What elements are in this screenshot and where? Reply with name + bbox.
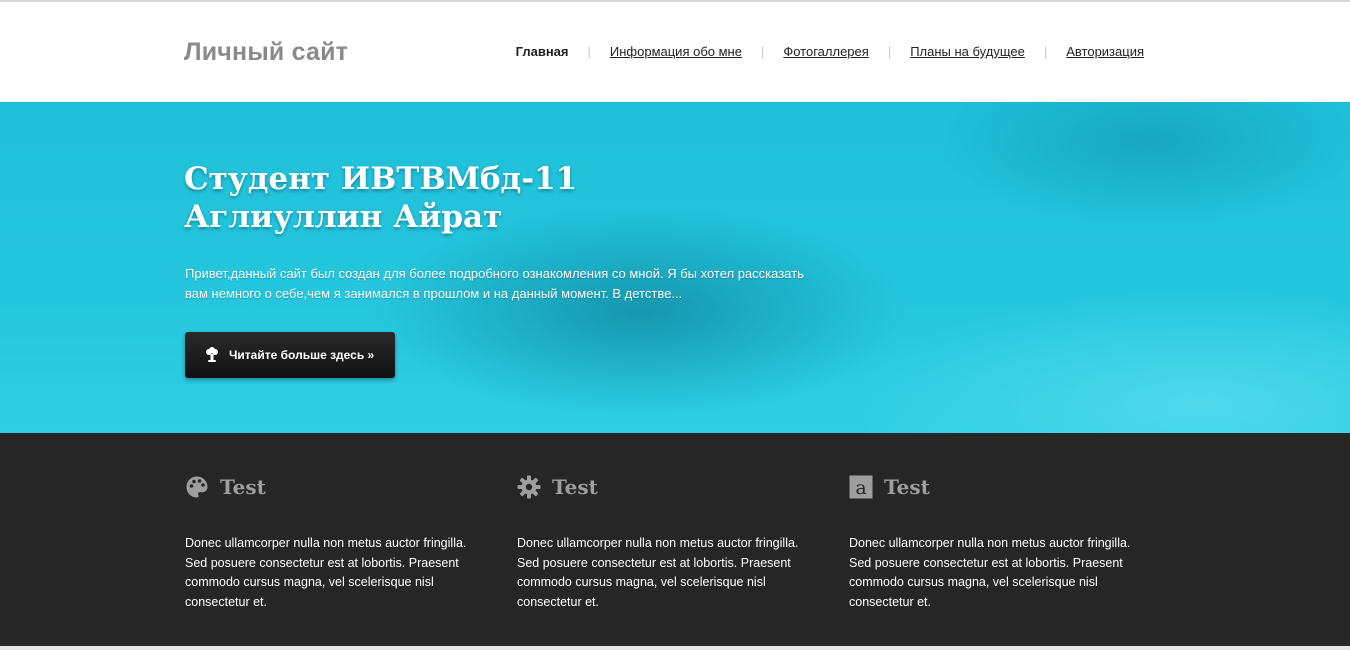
svg-text:a: a xyxy=(855,477,866,499)
letter-a-icon: a xyxy=(849,475,873,499)
feature-text: Donec ullamcorper nulla non metus auctor… xyxy=(185,536,467,609)
hero-banner: Студент ИВТВМбд-11 Аглиуллин Айрат Приве… xyxy=(0,102,1350,433)
feature-header: a Test xyxy=(849,473,1149,501)
nav-item-plans[interactable]: Планы на будущее xyxy=(910,44,1025,59)
feature-column: Test Donec ullamcorper nulla non metus a… xyxy=(185,473,485,612)
feature-header: Test xyxy=(517,473,817,501)
feature-column: Test Donec ullamcorper nulla non metus a… xyxy=(517,473,817,612)
nav-separator: | xyxy=(587,44,591,59)
feature-text: Donec ullamcorper nulla non metus auctor… xyxy=(849,536,1131,609)
nav-item-login[interactable]: Авторизация xyxy=(1066,44,1144,59)
hero-intro-text: Привет,данный сайт был создан для более … xyxy=(185,266,804,301)
gear-icon xyxy=(517,475,541,499)
read-more-label: Читайте больше здесь » xyxy=(229,348,375,362)
nav-item-gallery[interactable]: Фотогаллерея xyxy=(783,44,868,59)
nav-separator: | xyxy=(1043,44,1048,59)
hero-title: Студент ИВТВМбд-11 Аглиуллин Айрат xyxy=(184,160,577,236)
feature-title: Test xyxy=(552,475,598,499)
nav-item-about[interactable]: Информация обо мне xyxy=(610,44,742,59)
feature-title: Test xyxy=(220,475,266,499)
feature-column: a Test Donec ullamcorper nulla non metus… xyxy=(849,473,1149,612)
feature-header: Test xyxy=(185,473,485,501)
main-nav: Главная | Информация обо мне | Фотогалле… xyxy=(516,44,1144,59)
mushroom-cloud-icon xyxy=(205,347,219,363)
feature-text: Donec ullamcorper nulla non metus auctor… xyxy=(517,536,799,609)
nav-item-home[interactable]: Главная xyxy=(516,44,569,59)
hero-title-line2: Аглиуллин Айрат xyxy=(184,199,503,235)
bottom-border xyxy=(0,646,1350,650)
feature-title: Test xyxy=(884,475,930,499)
site-logo[interactable]: Личный сайт xyxy=(184,38,348,67)
palette-icon xyxy=(185,475,209,499)
read-more-button[interactable]: Читайте больше здесь » xyxy=(185,332,395,378)
hero-title-line1: Студент ИВТВМбд-11 xyxy=(184,161,578,197)
site-header: Личный сайт Главная | Информация обо мне… xyxy=(0,2,1350,102)
nav-separator: | xyxy=(760,44,765,59)
nav-separator: | xyxy=(887,44,892,59)
features-section: Test Donec ullamcorper nulla non metus a… xyxy=(0,433,1350,646)
